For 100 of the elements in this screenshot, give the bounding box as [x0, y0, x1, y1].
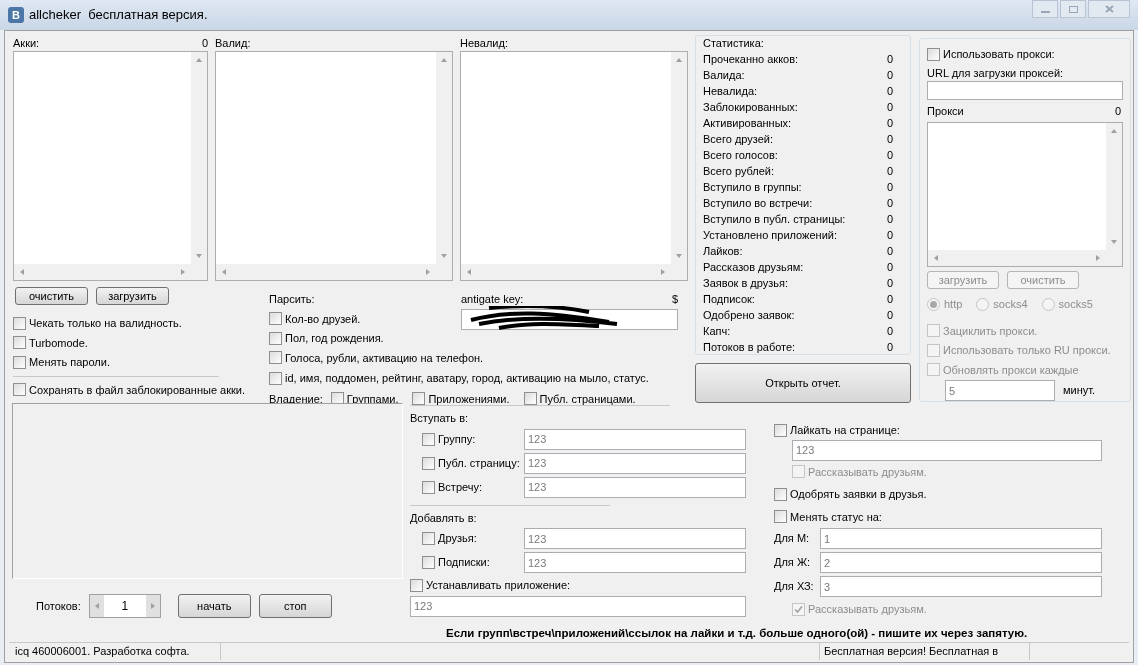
checkbox[interactable]: [412, 392, 426, 406]
report-button[interactable]: Открыть отчет.: [695, 363, 911, 403]
checkbox-label: Кол-во друзей.: [285, 311, 361, 327]
section-title: Статистика:: [703, 36, 765, 51]
scroll-down-icon[interactable]: [1110, 239, 1118, 245]
scroll-left-icon[interactable]: [933, 254, 939, 262]
checkbox-label: Рассказывать друзьям.: [808, 464, 927, 480]
horizontal-scrollbar[interactable]: [216, 264, 436, 280]
scroll-up-icon[interactable]: [675, 57, 683, 63]
checkbox[interactable]: [774, 423, 787, 437]
scroll-up-icon[interactable]: [440, 57, 448, 63]
text-field[interactable]: 123: [524, 476, 746, 498]
scroll-up-icon[interactable]: [195, 57, 203, 63]
checkbox[interactable]: [13, 355, 26, 369]
scroll-down-icon[interactable]: [675, 253, 683, 259]
text-field[interactable]: [927, 81, 1123, 101]
checkbox[interactable]: [422, 480, 435, 494]
stat-label: Всего рублей:: [703, 164, 775, 180]
list-label: Невалид:: [460, 36, 509, 51]
spin-box[interactable]: 1: [88, 594, 161, 618]
list-box[interactable]: [927, 121, 1123, 267]
scroll-left-icon[interactable]: [466, 268, 472, 276]
text-field[interactable]: 3: [820, 576, 1102, 597]
list-label: Валид:: [215, 36, 252, 51]
horizontal-scrollbar[interactable]: [14, 264, 191, 280]
stat-value: 0: [886, 116, 893, 132]
close-button[interactable]: [1088, 0, 1130, 18]
checkbox[interactable]: [774, 510, 787, 524]
maximize-button[interactable]: [1060, 0, 1086, 18]
stat-label: Лайков:: [703, 244, 743, 260]
checkbox-label: Чекать только на валидность.: [29, 316, 182, 331]
checkbox[interactable]: [13, 336, 26, 350]
text-field[interactable]: 123: [524, 452, 746, 474]
checkbox[interactable]: [422, 532, 435, 545]
text-field[interactable]: 123: [410, 595, 746, 617]
stat-label: Рассказов друзьям:: [703, 260, 804, 276]
checkbox[interactable]: [523, 392, 537, 406]
text-field[interactable]: 123: [524, 528, 746, 549]
checkbox[interactable]: [269, 371, 282, 385]
field-label: Потоков:: [36, 598, 81, 614]
horizontal-scrollbar[interactable]: [461, 264, 671, 280]
stat-label: Одобрено заявок:: [703, 308, 795, 324]
stat-label: Всего друзей:: [703, 132, 774, 148]
stat-value: 0: [886, 52, 893, 68]
list-box[interactable]: [13, 51, 208, 281]
scroll-left-icon[interactable]: [221, 268, 227, 276]
checkbox-label: Обновлять прокси каждые: [943, 362, 1079, 378]
vertical-scrollbar[interactable]: [191, 52, 207, 264]
text-field[interactable]: 123: [524, 552, 746, 573]
decrement-icon[interactable]: [93, 602, 100, 610]
text-field[interactable]: 2: [820, 552, 1102, 573]
text-field[interactable]: 123: [792, 439, 1102, 461]
push-button[interactable]: очистить: [15, 287, 88, 305]
checkbox[interactable]: [269, 331, 282, 345]
checkbox-label: Друзья:: [438, 531, 477, 547]
checkbox[interactable]: [410, 578, 423, 592]
field-label: antigate key:: [461, 292, 524, 307]
checkbox[interactable]: [13, 316, 26, 330]
vertical-scrollbar[interactable]: [436, 52, 452, 264]
push-button[interactable]: стоп: [258, 594, 332, 618]
checkbox-label: Публ. страницу:: [438, 455, 520, 471]
scroll-right-icon[interactable]: [180, 268, 186, 276]
checkbox[interactable]: [774, 487, 787, 501]
push-button[interactable]: загрузить: [96, 287, 169, 305]
stat-label: Прочеканно акков:: [703, 52, 799, 68]
stat-label: Вступило в публ. страницы:: [703, 212, 846, 228]
checkbox[interactable]: [422, 556, 435, 569]
checkbox-label: Пол, год рождения.: [285, 331, 384, 346]
checkbox[interactable]: [422, 456, 435, 470]
text-field[interactable]: 1: [820, 528, 1102, 549]
checkbox[interactable]: [13, 383, 26, 397]
checkbox[interactable]: [422, 432, 435, 446]
checkbox[interactable]: [269, 312, 282, 326]
stat-value: 0: [886, 196, 893, 212]
list-label: Прокси: [927, 104, 964, 120]
close-icon: [1104, 5, 1114, 13]
horizontal-scrollbar[interactable]: [928, 250, 1106, 266]
list-box[interactable]: [215, 51, 453, 281]
push-button[interactable]: начать: [177, 594, 251, 618]
scroll-left-icon[interactable]: [19, 268, 25, 276]
scroll-up-icon[interactable]: [1110, 127, 1118, 134]
scroll-down-icon[interactable]: [195, 253, 203, 259]
vertical-scrollbar[interactable]: [1106, 122, 1122, 250]
scroll-down-icon[interactable]: [440, 253, 448, 259]
stat-value: 0: [886, 292, 893, 308]
vertical-scrollbar[interactable]: [671, 52, 687, 264]
stat-label: Заблокированных:: [703, 100, 798, 116]
scroll-right-icon[interactable]: [660, 268, 666, 276]
list-box[interactable]: [460, 51, 688, 281]
section-title: Парсить:: [269, 292, 316, 307]
scroll-right-icon[interactable]: [1095, 254, 1101, 262]
text-field[interactable]: 123: [524, 428, 746, 450]
checkbox-label: Группами.: [346, 391, 399, 407]
checkbox-label: Встречу:: [438, 479, 483, 495]
scroll-right-icon[interactable]: [425, 268, 431, 276]
checkbox[interactable]: [269, 351, 282, 365]
minimize-button[interactable]: [1032, 0, 1058, 18]
radio-label: socks5: [1058, 297, 1093, 312]
stat-value: 0: [886, 148, 893, 164]
increment-icon[interactable]: [149, 602, 156, 610]
